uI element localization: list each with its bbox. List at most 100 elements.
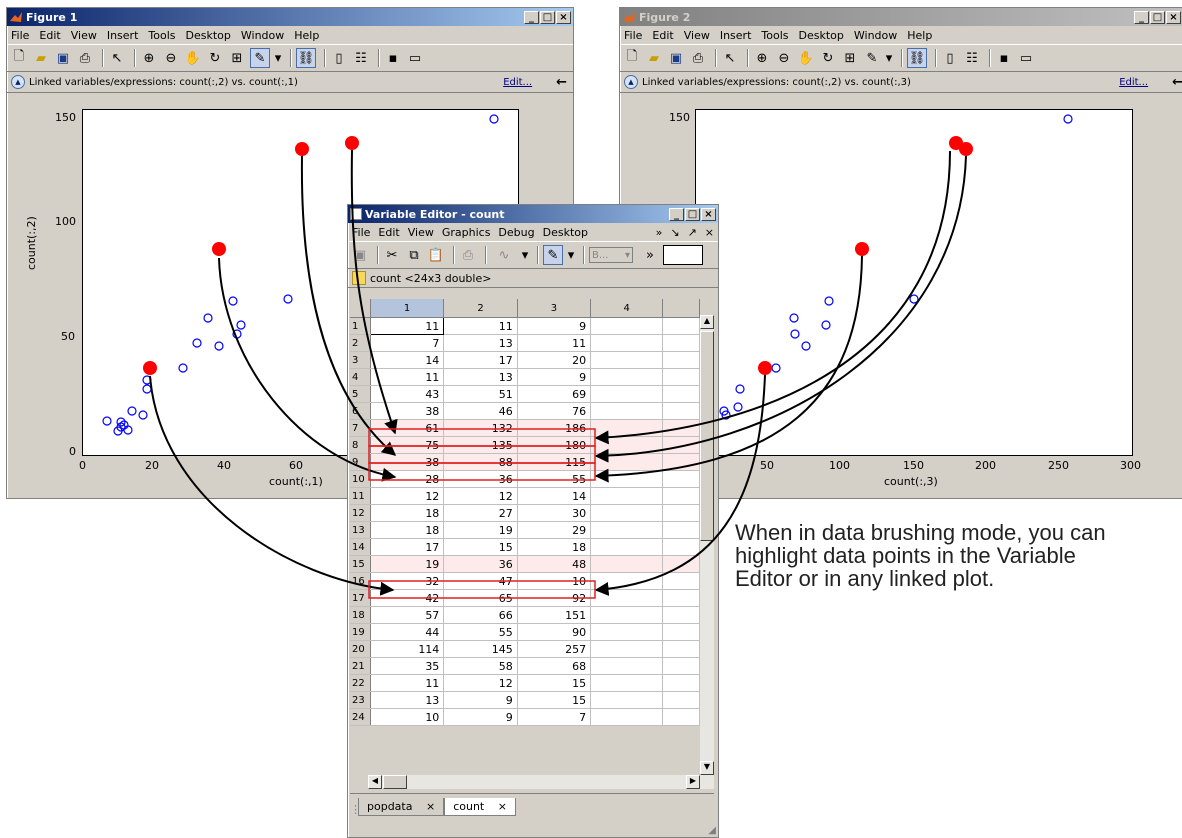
stack-dropdown[interactable] xyxy=(663,245,703,265)
close-tab-icon[interactable]: × xyxy=(498,800,507,813)
table-row[interactable]: 3 14 17 20 xyxy=(350,351,700,369)
table-cell[interactable]: 13 xyxy=(443,334,518,352)
dock-icon[interactable]: ↘ xyxy=(670,226,679,239)
menu-edit[interactable]: Edit xyxy=(378,226,399,239)
empty-cell[interactable] xyxy=(662,453,700,471)
empty-cell[interactable] xyxy=(590,606,664,624)
row-header[interactable]: 13 xyxy=(350,521,371,539)
figure-1-titlebar[interactable]: Figure 1 _ □ × xyxy=(7,8,573,26)
tab-count[interactable]: count × xyxy=(444,798,516,816)
table-cell[interactable]: 11 xyxy=(370,368,445,386)
empty-cell[interactable] xyxy=(662,589,700,607)
table-cell[interactable]: 186 xyxy=(517,419,592,437)
row-header[interactable]: 21 xyxy=(350,657,371,675)
table-cell[interactable]: 55 xyxy=(517,470,592,488)
table-cell[interactable]: 12 xyxy=(443,487,518,505)
table-cell[interactable]: 10 xyxy=(370,708,445,726)
empty-cell[interactable] xyxy=(662,436,700,454)
pointer-icon[interactable]: ↖ xyxy=(721,49,739,67)
hide-plot-tools-icon[interactable]: ▪ xyxy=(384,49,402,67)
table-row[interactable]: 24 10 9 7 xyxy=(350,708,700,726)
table-cell[interactable]: 11 xyxy=(369,317,445,335)
back-arrow-icon[interactable]: ← xyxy=(1172,75,1182,90)
table-row[interactable]: 7 61 132 186 xyxy=(350,419,700,437)
menu-file[interactable]: File xyxy=(352,226,370,239)
table-row[interactable]: 18 57 66 151 xyxy=(350,606,700,624)
table-cell[interactable]: 18 xyxy=(370,521,445,539)
empty-cell[interactable] xyxy=(590,674,664,692)
empty-cell[interactable] xyxy=(662,317,700,335)
table-cell[interactable]: 47 xyxy=(443,572,518,590)
brush-dropdown-icon[interactable]: ▾ xyxy=(274,49,282,67)
maximize-button[interactable]: □ xyxy=(685,207,700,221)
table-cell[interactable]: 19 xyxy=(370,555,445,573)
row-header[interactable]: 19 xyxy=(350,623,371,641)
print-icon[interactable]: ⎙ xyxy=(689,49,707,67)
table-cell[interactable]: 180 xyxy=(517,436,592,454)
table-cell[interactable]: 29 xyxy=(517,521,592,539)
empty-cell[interactable] xyxy=(662,402,700,420)
colorbar-icon[interactable]: ▯ xyxy=(330,49,348,67)
table-cell[interactable]: 11 xyxy=(517,334,592,352)
scroll-down-icon[interactable]: ▼ xyxy=(700,761,714,775)
table-cell[interactable]: 68 xyxy=(517,657,592,675)
empty-cell[interactable] xyxy=(662,504,700,522)
row-header[interactable]: 8 xyxy=(350,436,371,454)
back-arrow-icon[interactable]: ← xyxy=(556,75,567,90)
empty-cell[interactable] xyxy=(590,487,664,505)
table-cell[interactable]: 42 xyxy=(370,589,445,607)
row-header[interactable]: 5 xyxy=(350,385,371,403)
scroll-up-icon[interactable]: ▲ xyxy=(700,315,714,329)
variable-grid[interactable]: 1 2 3 4 1 11 11 9 2 7 13 11 3 14 17 20 4 11 13 9 5 43 51 69… xyxy=(350,299,700,726)
menu-tools[interactable]: Tools xyxy=(148,29,175,42)
row-header[interactable]: 2 xyxy=(350,334,371,352)
close-icon[interactable]: × xyxy=(705,226,714,239)
table-cell[interactable]: 65 xyxy=(443,589,518,607)
menu-view[interactable]: View xyxy=(684,29,710,42)
empty-cell[interactable] xyxy=(590,317,664,335)
undock-icon[interactable]: ↗ xyxy=(688,226,697,239)
empty-cell[interactable] xyxy=(662,555,700,573)
save-icon[interactable]: ▣ xyxy=(54,49,72,67)
table-cell[interactable]: 75 xyxy=(370,436,445,454)
empty-cell[interactable] xyxy=(662,657,700,675)
column-header-1[interactable]: 1 xyxy=(370,299,445,318)
menu-edit[interactable]: Edit xyxy=(39,29,60,42)
table-row[interactable]: 19 44 55 90 xyxy=(350,623,700,641)
empty-cell[interactable] xyxy=(590,538,664,556)
minimize-button[interactable]: _ xyxy=(669,207,684,221)
zoom-in-icon[interactable]: ⊕ xyxy=(140,49,158,67)
table-cell[interactable]: 17 xyxy=(370,538,445,556)
empty-cell[interactable] xyxy=(662,487,700,505)
table-cell[interactable]: 10 xyxy=(517,572,592,590)
menu-desktop[interactable]: Desktop xyxy=(543,226,588,239)
open-folder-icon[interactable]: ▰ xyxy=(645,49,663,67)
table-cell[interactable]: 38 xyxy=(370,402,445,420)
menu-file[interactable]: File xyxy=(624,29,642,42)
table-row[interactable]: 22 11 12 15 xyxy=(350,674,700,692)
table-cell[interactable]: 46 xyxy=(443,402,518,420)
minimize-button[interactable]: _ xyxy=(524,10,539,24)
plot-dropdown-icon[interactable]: ▾ xyxy=(521,246,529,264)
table-cell[interactable]: 35 xyxy=(370,657,445,675)
new-file-icon[interactable]: 🗋 xyxy=(10,49,28,67)
empty-cell[interactable] xyxy=(590,555,664,573)
table-row[interactable]: 9 38 88 115 xyxy=(350,453,700,471)
empty-cell[interactable] xyxy=(662,691,700,709)
zoom-out-icon[interactable]: ⊖ xyxy=(162,49,180,67)
table-cell[interactable]: 12 xyxy=(443,674,518,692)
column-header-2[interactable]: 2 xyxy=(443,299,518,318)
table-cell[interactable]: 88 xyxy=(443,453,518,471)
column-header-3[interactable]: 3 xyxy=(517,299,592,318)
table-cell[interactable]: 15 xyxy=(517,691,592,709)
minimize-button[interactable]: _ xyxy=(1134,10,1149,24)
data-cursor-icon[interactable]: ⊞ xyxy=(228,49,246,67)
menu-desktop[interactable]: Desktop xyxy=(186,29,231,42)
pointer-icon[interactable]: ↖ xyxy=(108,49,126,67)
rotate-3d-icon[interactable]: ↻ xyxy=(206,49,224,67)
menu-overflow-icon[interactable]: » xyxy=(656,226,663,239)
table-cell[interactable]: 61 xyxy=(370,419,445,437)
empty-cell[interactable] xyxy=(590,368,664,386)
row-header[interactable]: 16 xyxy=(350,572,371,590)
empty-cell[interactable] xyxy=(590,657,664,675)
